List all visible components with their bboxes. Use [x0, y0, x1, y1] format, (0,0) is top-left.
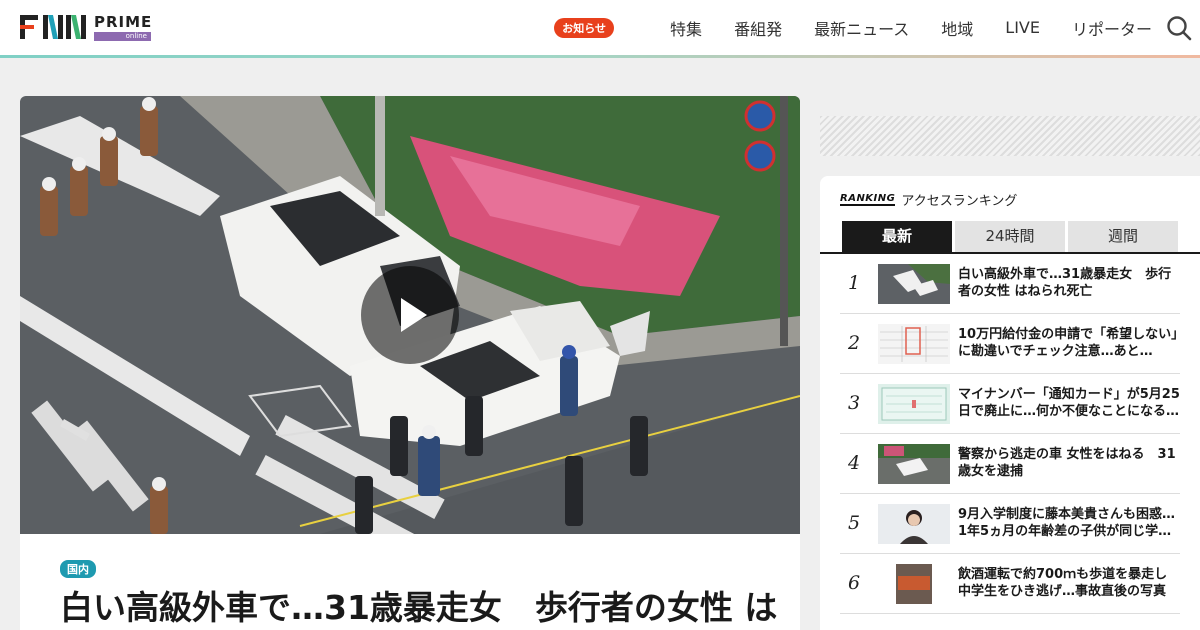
tab-24-hours[interactable]: 24時間 [955, 221, 1065, 252]
ranking-item-title: 飲酒運転で約700ｍも歩道を暴走し中学生をひき逃げ…事故直後の写真入… [958, 567, 1168, 599]
ranking-item-title: 9月入学制度に藤本美貴さんも困惑…1年5ヵ月の年齢差の子供が同じ学… [958, 507, 1176, 539]
ranking-item[interactable]: 4 警察から逃走の車 女性をはねる 31歳女を逮捕 [840, 434, 1180, 494]
rank-number: 5 [847, 512, 861, 534]
fnn-logo-mark [20, 15, 86, 39]
ranking-thumbnail [878, 384, 950, 424]
article-title[interactable]: 白い高級外車で…31歳暴走女 歩行者の女性 は [60, 586, 780, 630]
ranking-item-title: マイナンバー「通知カード」が5月25日で廃止に…何か不便なことになる… [958, 387, 1180, 419]
logo-online-badge: online [94, 32, 151, 41]
logo-prime-text: PRIME [94, 13, 153, 31]
rank-number: 1 [847, 272, 861, 294]
ranking-item[interactable]: 2 10万円給付金の申請で「希望しない」に勘違いでチェック注意…あと… [840, 314, 1180, 374]
nav-item-region[interactable]: 地域 [941, 16, 973, 40]
featured-article-card[interactable]: 国内 白い高級外車で…31歳暴走女 歩行者の女性 は [20, 96, 800, 630]
logo-letter-n1 [43, 15, 63, 39]
ranking-title: アクセスランキング [901, 194, 1018, 209]
main-nav: お知らせ 特集 番組発 最新ニュース 地域 LIVE リポーター [554, 0, 1152, 55]
ranking-thumbnail [878, 564, 950, 604]
category-badge[interactable]: 国内 [60, 560, 96, 578]
ranking-item[interactable]: 5 9月入学制度に藤本美貴さんも困惑…1年5ヵ月の年齢差の子供が同じ学… [840, 494, 1180, 554]
ranking-item-title: 警察から逃走の車 女性をはねる 31歳女を逮捕 [958, 447, 1176, 479]
video-play-button[interactable] [361, 266, 459, 364]
ranking-header: RANKING アクセスランキング [840, 190, 1017, 209]
nav-item-programs[interactable]: 番組発 [734, 16, 782, 40]
ranking-list: 1 白い高級外車で…31歳暴走女 歩行者の女性 はねられ死亡 2 10万円給付金… [840, 254, 1180, 614]
tab-latest[interactable]: 最新 [842, 221, 952, 252]
play-icon [401, 298, 427, 332]
ranking-thumbnail [878, 504, 950, 544]
rank-number: 6 [847, 572, 861, 594]
ranking-thumbnail [878, 324, 950, 364]
nav-item-live[interactable]: LIVE [1005, 18, 1040, 37]
logo-letter-f [20, 15, 38, 39]
ranking-logo: RANKING [840, 193, 896, 206]
header-accent-rule [0, 55, 1200, 58]
ranking-item[interactable]: 6 飲酒運転で約700ｍも歩道を暴走し中学生をひき逃げ…事故直後の写真入… [840, 554, 1180, 614]
rank-number: 4 [847, 452, 861, 474]
ranking-thumbnail [878, 264, 950, 304]
site-header: PRIME online お知らせ 特集 番組発 最新ニュース 地域 LIVE … [0, 0, 1200, 55]
access-ranking-panel: RANKING アクセスランキング 最新 24時間 週間 1 白い高級外車で…3… [820, 176, 1200, 630]
ranking-item-title: 白い高級外車で…31歳暴走女 歩行者の女性 はねられ死亡 [958, 267, 1172, 299]
nav-item-features[interactable]: 特集 [670, 16, 702, 40]
ranking-thumbnail [878, 444, 950, 484]
nav-item-latest-news[interactable]: 最新ニュース [814, 16, 909, 40]
ranking-item[interactable]: 1 白い高級外車で…31歳暴走女 歩行者の女性 はねられ死亡 [840, 254, 1180, 314]
logo-letter-n2 [66, 15, 86, 39]
ad-placeholder [820, 116, 1200, 156]
notice-badge[interactable]: お知らせ [554, 17, 615, 38]
rank-number: 3 [847, 392, 861, 414]
ranking-item-title: 10万円給付金の申請で「希望しない」に勘違いでチェック注意…あと… [958, 327, 1178, 359]
ranking-item[interactable]: 3 マイナンバー「通知カード」が5月25日で廃止に…何か不便なことになる… [840, 374, 1180, 434]
fnn-prime-online-logo[interactable]: PRIME online [20, 15, 152, 41]
search-icon[interactable] [1166, 15, 1192, 41]
article-hero-video[interactable] [20, 96, 800, 534]
rank-number: 2 [847, 332, 861, 354]
nav-item-reporter[interactable]: リポーター [1072, 16, 1152, 40]
ranking-tabs: 最新 24時間 週間 [842, 221, 1178, 252]
tab-weekly[interactable]: 週間 [1068, 221, 1178, 252]
